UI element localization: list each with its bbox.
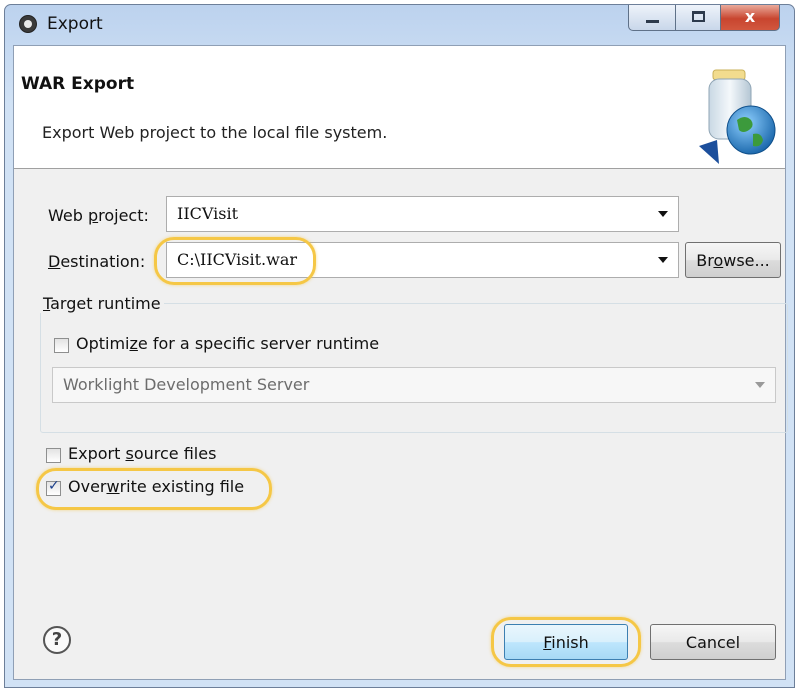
maximize-button[interactable] [675,5,721,31]
web-project-combo[interactable]: IICVisit [166,196,679,232]
server-runtime-combo: Worklight Development Server [52,367,776,403]
window-controls: x [628,5,780,31]
server-runtime-value: Worklight Development Server [63,375,310,394]
eclipse-icon [19,15,37,33]
chevron-down-icon[interactable] [658,211,668,217]
minimize-button[interactable] [628,5,676,31]
destination-value: C:\IICVisit.war [177,250,298,269]
cancel-button[interactable]: Cancel [650,624,776,660]
page-title: WAR Export [21,74,135,94]
export-source-checkbox[interactable] [46,448,61,463]
export-dialog: Export x WAR Export Export Web project t… [4,4,795,688]
window-title: Export [47,14,103,34]
title-bar[interactable]: Export x [5,5,794,45]
finish-button[interactable]: Finish [504,624,628,660]
overwrite-label[interactable]: Overwrite existing file [68,477,244,496]
chevron-down-icon[interactable] [658,257,668,263]
web-project-value: IICVisit [177,204,239,223]
destination-combo[interactable]: C:\IICVisit.war [166,242,679,278]
wizard-header: WAR Export Export Web project to the loc… [14,46,785,169]
chevron-down-icon [755,382,765,388]
target-runtime-legend: Target runtime [40,294,164,313]
browse-button[interactable]: Browse... [685,242,781,278]
minimize-icon [646,20,659,23]
maximize-icon [692,11,705,22]
overwrite-checkbox[interactable] [46,478,61,496]
export-source-label[interactable]: Export source files [68,444,216,463]
optimize-label[interactable]: Optimize for a specific server runtime [76,334,379,353]
web-project-label: Web project: [48,206,149,225]
close-button[interactable]: x [720,5,780,31]
optimize-checkbox[interactable] [54,338,69,353]
page-description: Export Web project to the local file sys… [42,123,388,142]
destination-label: Destination: [48,252,146,271]
help-icon[interactable]: ? [43,626,71,654]
war-jar-globe-icon [699,69,776,164]
close-icon: x [744,7,756,26]
dialog-body: WAR Export Export Web project to the loc… [13,45,788,680]
